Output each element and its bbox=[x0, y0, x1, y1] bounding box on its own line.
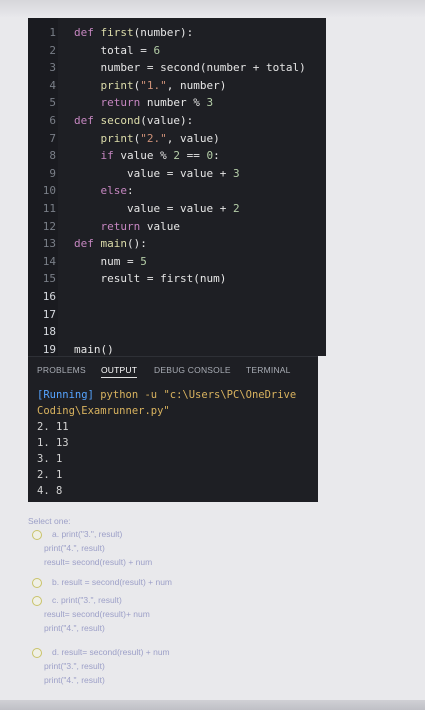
line-number: 18 bbox=[42, 325, 56, 339]
output-line: 2. 11 bbox=[37, 421, 69, 433]
code-text: result = first(num) bbox=[74, 272, 227, 286]
line-number: 5 bbox=[49, 96, 56, 110]
photo-background-bottom bbox=[0, 700, 425, 710]
code-text: def second(value): bbox=[74, 114, 194, 127]
option-a-line: print("4.", result) bbox=[44, 543, 105, 553]
code-line: 4 print("1.", number) bbox=[28, 77, 326, 94]
output-line: 4. 8 bbox=[37, 485, 63, 497]
option-d-line[interactable]: d. result= second(result) + num bbox=[52, 647, 170, 657]
code-line: 7 print("2.", value) bbox=[28, 130, 326, 147]
code-line: 18 bbox=[28, 323, 326, 340]
option-a-line[interactable]: a. print("3.", result) bbox=[52, 529, 122, 539]
output-line: 1. 13 bbox=[37, 437, 69, 449]
command-text: python -u "c:\Users\PC\OneDrive bbox=[93, 389, 297, 401]
select-one-prompt: Select one: bbox=[28, 516, 71, 526]
radio-option-a[interactable] bbox=[32, 530, 42, 540]
line-number: 14 bbox=[42, 254, 56, 268]
answer-options: Select one: a. print("3.", result) print… bbox=[28, 508, 328, 708]
code-editor[interactable]: 1 def first(number): 2 total = 63 number =… bbox=[28, 18, 326, 356]
code-line: 11 value = value + 2 bbox=[28, 200, 326, 217]
output-line: 2. 1 bbox=[37, 469, 63, 481]
code-line: 10 else: bbox=[28, 182, 326, 199]
line-number: 16 bbox=[42, 290, 56, 303]
code-text: main() bbox=[74, 342, 114, 356]
code-line: 8 if value % 2 == 0: bbox=[28, 147, 326, 164]
photo-background-top bbox=[0, 0, 425, 18]
line-number: 11 bbox=[42, 202, 56, 215]
line-number: 17 bbox=[42, 307, 56, 321]
line-number: 2 bbox=[49, 43, 56, 57]
code-line: 13 def main(): bbox=[28, 235, 326, 252]
code-text: return number % 3 bbox=[100, 96, 214, 110]
option-b-line[interactable]: b. result = second(result) + num bbox=[52, 577, 172, 587]
tab-problems[interactable]: PROBLEMS bbox=[37, 365, 86, 375]
code-line: 16 bbox=[28, 288, 326, 305]
output-panel: PROBLEMS OUTPUT DEBUG CONSOLE TERMINAL [… bbox=[28, 356, 318, 502]
line-number: 10 bbox=[42, 184, 56, 198]
code-line: 19 main() bbox=[28, 341, 326, 356]
radio-option-b[interactable] bbox=[32, 578, 42, 588]
code-text: num = 5 bbox=[74, 254, 147, 268]
command-continuation: Coding\Examrunner.py" bbox=[37, 405, 170, 417]
code-line: 12 return value bbox=[28, 218, 326, 235]
code-line: 5 return number % 3 bbox=[28, 94, 326, 111]
panel-tabs: PROBLEMS OUTPUT DEBUG CONSOLE TERMINAL bbox=[28, 365, 318, 383]
option-c-line[interactable]: c. print("3.", result) bbox=[52, 595, 122, 605]
line-number: 19 bbox=[42, 342, 56, 356]
code-text: return value bbox=[100, 219, 181, 233]
code-text: total = 6 bbox=[74, 43, 161, 57]
code-line: 1 def first(number): bbox=[28, 24, 326, 41]
tab-debug-console[interactable]: DEBUG CONSOLE bbox=[154, 365, 231, 375]
code-line: 15 result = first(num) bbox=[28, 270, 326, 287]
line-number: 7 bbox=[49, 131, 56, 145]
tab-output[interactable]: OUTPUT bbox=[101, 365, 138, 378]
tab-terminal[interactable]: TERMINAL bbox=[246, 365, 291, 375]
line-number: 9 bbox=[49, 166, 56, 180]
option-a-line: result= second(result) + num bbox=[44, 557, 153, 567]
line-number: 4 bbox=[49, 78, 56, 92]
line-number: 12 bbox=[42, 219, 56, 233]
code-text: else: bbox=[100, 184, 134, 198]
code-text: def main(): bbox=[74, 237, 147, 251]
running-label: [Running] bbox=[37, 389, 94, 401]
code-text: if value % 2 == 0: bbox=[100, 149, 220, 163]
code-line: 3 number = second(number + total) bbox=[28, 59, 326, 76]
code-text: print("1.", number) bbox=[100, 78, 227, 92]
line-number: 15 bbox=[42, 272, 56, 286]
line-number: 1 bbox=[49, 26, 56, 39]
code-text: value = value + 3 bbox=[74, 166, 240, 180]
code-text: def first(number): bbox=[74, 26, 194, 39]
option-c-line: result= second(result)+ num bbox=[44, 609, 150, 619]
code-line: 17 bbox=[28, 306, 326, 323]
code-line: 9 value = value + 3 bbox=[28, 165, 326, 182]
code-line: 6 def second(value): bbox=[28, 112, 326, 129]
line-number: 8 bbox=[49, 149, 56, 163]
line-number: 13 bbox=[42, 237, 56, 251]
code-text: number = second(number + total) bbox=[74, 61, 306, 75]
radio-option-c[interactable] bbox=[32, 596, 42, 606]
option-d-line: print("3.", result) bbox=[44, 661, 105, 671]
option-d-line: print("4.", result) bbox=[44, 675, 105, 685]
run-command-line: [Running] python -u "c:\Users\PC\OneDriv… bbox=[37, 387, 296, 403]
code-line: 14 num = 5 bbox=[28, 253, 326, 270]
line-number: 6 bbox=[49, 114, 56, 127]
output-line: 3. 1 bbox=[37, 453, 63, 465]
option-c-line: print("4.", result) bbox=[44, 623, 105, 633]
radio-option-d[interactable] bbox=[32, 648, 42, 658]
line-number: 3 bbox=[49, 61, 56, 75]
code-text: print("2.", value) bbox=[100, 131, 220, 145]
code-line: 2 total = 6 bbox=[28, 42, 326, 59]
code-text: value = value + 2 bbox=[74, 202, 240, 215]
